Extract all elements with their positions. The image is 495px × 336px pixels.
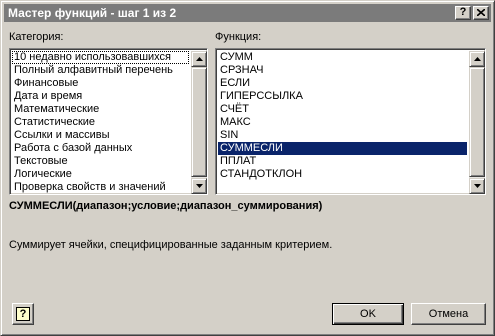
function-wizard-dialog: Мастер функций - шаг 1 из 2 ? Категория:… <box>0 0 495 336</box>
function-list-item[interactable]: СТАНДОТКЛОН <box>218 168 467 181</box>
function-label: Функция: <box>215 31 262 43</box>
function-scrollbar[interactable] <box>469 51 485 194</box>
category-list-item[interactable]: Работа с базой данных <box>12 142 189 155</box>
ok-button[interactable]: OK <box>332 303 404 325</box>
function-list-item[interactable]: СРЗНАЧ <box>218 64 467 77</box>
function-syntax: СУММЕСЛИ(диапазон;условие;диапазон_сумми… <box>9 200 323 212</box>
category-scrollbar[interactable] <box>191 51 207 194</box>
function-scroll-down-button[interactable] <box>469 178 485 194</box>
function-list-item[interactable]: ГИПЕРССЫЛКА <box>218 90 467 103</box>
category-scroll-thumb[interactable] <box>191 67 207 177</box>
title-bar[interactable]: Мастер функций - шаг 1 из 2 ? <box>4 4 491 22</box>
category-list-item[interactable]: Логические <box>12 168 189 181</box>
function-scroll-thumb[interactable] <box>469 67 485 177</box>
function-scroll-up-button[interactable] <box>469 51 485 67</box>
category-list-item[interactable]: Дата и время <box>12 90 189 103</box>
window-title: Мастер функций - шаг 1 из 2 <box>8 6 177 20</box>
function-list-item[interactable]: ЕСЛИ <box>218 77 467 90</box>
function-list-item[interactable]: СЧЁТ <box>218 103 467 116</box>
category-list-item[interactable]: Статистические <box>12 116 189 129</box>
function-description: Суммирует ячейки, специфицированные зада… <box>9 239 333 251</box>
category-list-item[interactable]: Ссылки и массивы <box>12 129 189 142</box>
title-help-button[interactable]: ? <box>455 6 471 20</box>
category-list-item[interactable]: Текстовые <box>12 155 189 168</box>
function-list-item[interactable]: SIN <box>218 129 467 142</box>
category-list-item[interactable]: Полный алфавитный перечень <box>12 64 189 77</box>
category-list-item[interactable]: Финансовые <box>12 77 189 90</box>
category-list-item[interactable]: Математические <box>12 103 189 116</box>
arrow-down-icon <box>474 184 481 188</box>
function-listbox[interactable]: СУММ СРЗНАЧ ЕСЛИ ГИПЕРССЫЛКА СЧЁТ МАКС SIN СУММ… <box>215 48 486 195</box>
arrow-up-icon <box>196 57 203 61</box>
category-scroll-down-button[interactable] <box>191 178 207 194</box>
arrow-down-icon <box>196 184 203 188</box>
cancel-button[interactable]: Отмена <box>411 303 486 325</box>
close-button[interactable] <box>473 6 489 20</box>
category-listbox[interactable]: 10 недавно использовавшихся Полный алфави… <box>9 48 208 195</box>
arrow-up-icon <box>474 57 481 61</box>
help-icon: ? <box>16 307 30 321</box>
category-list-item[interactable]: Проверка свойств и значений <box>12 181 189 194</box>
function-list-item[interactable]: ППЛАТ <box>218 155 467 168</box>
help-button[interactable]: ? <box>12 303 34 325</box>
category-scroll-up-button[interactable] <box>191 51 207 67</box>
function-list-item[interactable]: СУММЕСЛИ <box>218 142 467 155</box>
close-icon <box>476 8 486 17</box>
category-label: Категория: <box>9 31 64 43</box>
function-list-item[interactable]: МАКС <box>218 116 467 129</box>
function-list-item[interactable]: СУММ <box>218 51 467 64</box>
category-list-item[interactable]: 10 недавно использовавшихся <box>12 51 189 64</box>
